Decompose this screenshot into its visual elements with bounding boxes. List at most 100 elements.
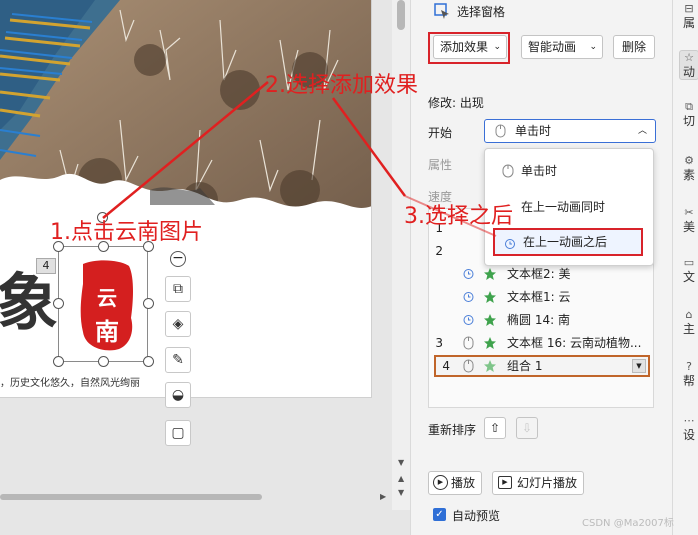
list-item[interactable]: 椭圆 14: 南 — [429, 309, 653, 331]
annotation-step2: 2.选择添加效果 — [265, 73, 418, 98]
resize-handle[interactable] — [98, 356, 109, 367]
collapse-icon[interactable]: − — [170, 251, 186, 267]
star-icon — [484, 360, 496, 372]
sidebar-item-label: 帮 — [682, 374, 695, 388]
menu-item-on-click[interactable]: 单击时 — [493, 157, 643, 185]
star-icon — [484, 314, 496, 326]
smart-animation-label: 智能动画 — [528, 40, 577, 54]
scroll-right-arrow-icon[interactable]: ▶ — [380, 492, 386, 501]
selection-box[interactable] — [58, 246, 148, 362]
animation-name: 文本框2: 美 — [507, 267, 571, 281]
border-icon[interactable]: ▢ — [165, 420, 191, 446]
modify-label: 修改: 出现 — [428, 96, 484, 110]
help-icon: ? — [686, 360, 692, 373]
mouse-icon — [463, 336, 474, 350]
clock-icon — [463, 292, 474, 302]
mouse-icon — [463, 359, 474, 373]
page-down-icon[interactable]: ▼ — [398, 488, 404, 497]
chevron-up-icon: ︿ — [637, 126, 647, 136]
animation-name: 椭圆 14: 南 — [507, 313, 570, 327]
crop-icon[interactable]: ⧉ — [165, 276, 191, 302]
animation-order: 2 — [435, 244, 443, 258]
sidebar-item-label: 切 — [682, 114, 695, 128]
fill-icon[interactable]: ◒ — [165, 382, 191, 408]
sidebar-item-material[interactable]: ⚙ 素 — [679, 154, 698, 182]
slideshow-icon: ▶ — [498, 476, 512, 489]
menu-item-after-previous[interactable]: 在上一动画之后 — [493, 228, 643, 256]
animation-name: 组合 1 — [507, 359, 543, 373]
delete-button[interactable]: 删除 — [613, 35, 655, 59]
vertical-scroll-thumb[interactable] — [397, 0, 405, 30]
smart-animation-button[interactable]: 智能动画 ⌄ — [521, 35, 603, 59]
star-icon — [484, 268, 496, 280]
theme-icon: ⌂ — [685, 308, 693, 321]
menu-item-label: 单击时 — [521, 164, 558, 178]
properties-icon: ⊟ — [684, 2, 694, 15]
mouse-icon — [502, 164, 514, 178]
start-value: 单击时 — [515, 124, 552, 138]
play-button[interactable]: ▶ 播放 — [428, 471, 482, 495]
move-up-icon[interactable]: ⇧ — [484, 417, 506, 439]
sidebar-item-help[interactable]: ? 帮 — [679, 360, 698, 388]
mouse-icon — [495, 124, 506, 138]
star-icon — [484, 337, 496, 349]
slideshow-label: 幻灯片播放 — [517, 476, 578, 490]
autopreview-checkbox[interactable]: ✓ — [433, 508, 446, 521]
material-icon: ⚙ — [684, 154, 694, 167]
slide-big-character: 象 — [0, 266, 59, 339]
transition-icon: ⧉ — [685, 100, 693, 113]
text-icon: ▭ — [683, 256, 695, 269]
annotation-step1: 1.点击云南图片 — [50, 220, 203, 245]
slideshow-button[interactable]: ▶ 幻灯片播放 — [492, 471, 584, 495]
sidebar-item-label: 素 — [682, 168, 695, 182]
slide-tagline: ，历史文化悠久，自然风光绚丽 — [0, 378, 140, 389]
reorder-label: 重新排序 — [428, 423, 477, 437]
clock-icon — [505, 239, 515, 249]
sidebar-item-text[interactable]: ▭ 文 — [679, 256, 698, 284]
selection-pane-label: 选择窗格 — [457, 5, 506, 19]
clock-icon — [463, 315, 474, 325]
sidebar-item-beautify[interactable]: ✂ 美 — [679, 206, 698, 234]
list-item[interactable]: 文本框1: 云 — [429, 286, 653, 308]
sidebar-item-label: 动 — [682, 65, 695, 79]
resize-handle[interactable] — [53, 298, 64, 309]
sidebar-item-theme[interactable]: ⌂ 主 — [679, 308, 698, 336]
annotation-box-add-effect — [428, 32, 510, 64]
layers-icon[interactable]: ◈ — [165, 311, 191, 337]
animation-order: 3 — [435, 336, 443, 350]
sidebar-item-animation[interactable]: ☆ 动 — [679, 50, 698, 80]
animation-name: 文本框1: 云 — [507, 290, 571, 304]
animation-icon: ☆ — [684, 51, 694, 64]
list-item-selected[interactable]: 4 组合 1 ▼ — [434, 355, 650, 377]
page-up-icon[interactable]: ▲ — [398, 474, 404, 483]
sidebar-item-label: 主 — [682, 322, 695, 336]
animation-number-badge: 4 — [36, 258, 56, 274]
watermark: CSDN @Ma2007标 — [582, 518, 674, 529]
more-icon: ⋯ — [683, 414, 695, 427]
slide: 象 云 南 ，历史文化悠久，自然风光绚丽 4 — [0, 0, 372, 398]
row-dropdown-icon[interactable]: ▼ — [632, 359, 646, 373]
animation-order: 4 — [442, 359, 450, 373]
list-item[interactable]: 文本框2: 美 — [429, 263, 653, 285]
horizontal-scroll-thumb[interactable] — [0, 494, 262, 500]
right-sidebar: ⊟ 属 ☆ 动 ⧉ 切 ⚙ 素 ✂ 美 ▭ 文 ⌂ 主 ? 帮 ⋯ 设 — [672, 0, 698, 535]
move-down-icon[interactable]: ⇩ — [516, 417, 538, 439]
resize-handle[interactable] — [143, 298, 154, 309]
chevron-down-icon: ⌄ — [589, 42, 597, 52]
property-label: 属性 — [428, 158, 453, 172]
brush-icon[interactable]: ✎ — [165, 347, 191, 373]
animation-pane: 选择窗格 添加效果 ⌄ 智能动画 ⌄ 删除 修改: 出现 开始 单击时 ︿ 属性… — [410, 0, 672, 535]
list-item[interactable]: 3 文本框 16: 云南动植物... — [429, 332, 653, 354]
resize-handle[interactable] — [143, 356, 154, 367]
sidebar-item-settings[interactable]: ⋯ 设 — [679, 414, 698, 442]
sidebar-item-transition[interactable]: ⧉ 切 — [679, 100, 698, 128]
sidebar-item-label: 属 — [682, 16, 695, 30]
menu-item-with-previous[interactable]: 在上一动画同时 — [493, 193, 643, 221]
start-select[interactable]: 单击时 ︿ — [484, 119, 656, 143]
scroll-down-arrow-icon[interactable]: ▼ — [398, 458, 404, 467]
sidebar-item-properties[interactable]: ⊟ 属 — [679, 2, 698, 30]
sidebar-item-label: 美 — [682, 220, 695, 234]
animation-name: 文本框 16: 云南动植物... — [507, 336, 642, 350]
resize-handle[interactable] — [53, 356, 64, 367]
beautify-icon: ✂ — [684, 206, 694, 219]
